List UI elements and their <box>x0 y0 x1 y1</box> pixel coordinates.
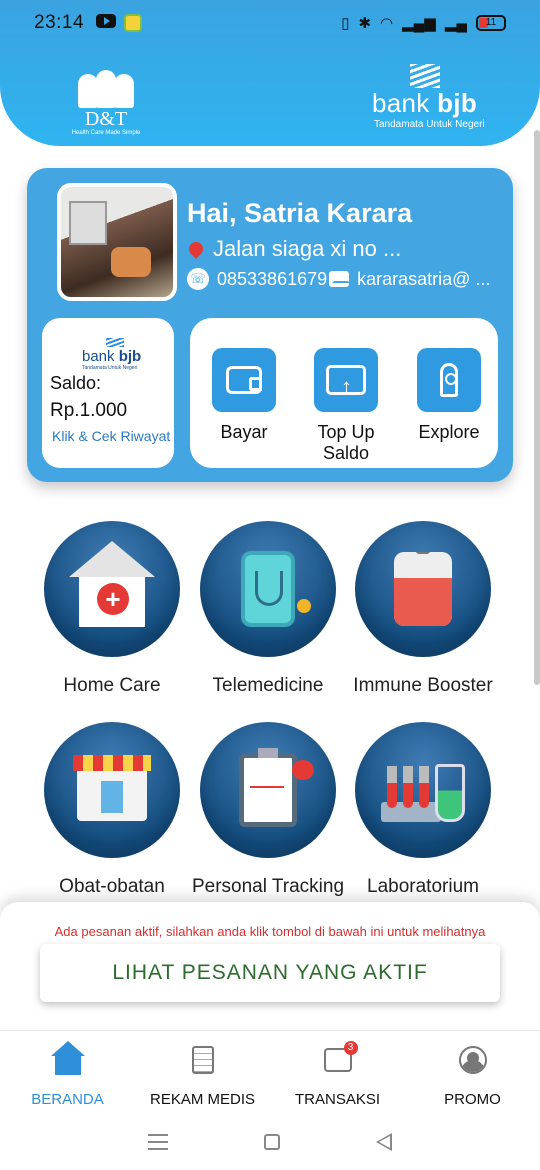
blood-bag-icon <box>394 552 452 626</box>
doctors-icon <box>70 66 142 108</box>
dt-logo-tagline: Health Care Made Simple <box>71 130 141 136</box>
action-label: Top Up Saldo <box>317 422 375 463</box>
bluetooth-icon: ✱ <box>358 15 372 32</box>
active-order-sheet: Ada pesanan aktif, silahkan anda klik to… <box>0 902 540 1030</box>
nav-label: BERANDA <box>31 1091 104 1108</box>
address-text: Jalan siaga xi no ... <box>213 236 402 261</box>
service-label: Obat-obatan <box>59 876 165 897</box>
phone-text: 08533861679 <box>217 268 328 289</box>
wifi-icon: ◠ <box>380 15 394 32</box>
saldo-label: Saldo: <box>50 373 102 393</box>
service-immune-booster[interactable]: Immune Booster <box>345 521 501 697</box>
dt-logo-name: D&T <box>84 108 128 130</box>
vibrate-icon: ▯ <box>341 15 350 32</box>
action-label: Explore <box>418 422 480 442</box>
saldo-history-link[interactable]: Klik & Cek Riwayat <box>52 428 170 444</box>
status-bar: 23:14 ▯ ✱ ◠ ▂▄▆ ▂▄ 11 <box>0 0 540 46</box>
service-obat-obatan[interactable]: Obat-obatan <box>34 722 190 898</box>
scrollbar[interactable] <box>534 130 540 685</box>
action-explore[interactable]: Explore <box>399 348 499 443</box>
clipboard-heart-icon <box>239 748 314 827</box>
saldo-bank-prefix: bank <box>82 348 119 365</box>
actions-panel: Bayar Top Up Saldo Explore <box>190 318 498 468</box>
wallet-icon <box>226 366 262 394</box>
address-row: Jalan siaga xi no ... <box>186 236 402 262</box>
mail-icon <box>329 271 351 287</box>
saldo-bank-tagline: Tandamata Untuk Negeri <box>82 365 138 371</box>
system-nav-bar <box>0 1114 540 1170</box>
card-upload-icon <box>326 365 366 400</box>
pharmacy-icon <box>73 755 151 821</box>
location-pin-icon <box>186 239 206 259</box>
bjb-logo: bank bjb Tandamata Untuk Negeri <box>372 64 492 130</box>
active-order-notice: Ada pesanan aktif, silahkan anda klik to… <box>54 924 486 939</box>
service-home-care[interactable]: + Home Care <box>34 521 190 697</box>
bjb-small-mark-icon <box>106 338 124 347</box>
service-personal-tracking[interactable]: Personal Tracking <box>190 722 346 898</box>
lab-tubes-icon <box>381 758 465 822</box>
nav-label: REKAM MEDIS <box>149 1091 255 1108</box>
greeting-text: Hai, Satria Karara <box>187 198 413 228</box>
user-icon <box>458 1046 487 1074</box>
service-label: Telemedicine <box>212 675 324 696</box>
bjb-logo-mark-icon <box>410 64 440 88</box>
battery-icon: 11 <box>476 15 506 31</box>
status-time: 23:14 <box>34 12 85 33</box>
home-icon <box>50 1041 85 1075</box>
bank-app-icon <box>124 14 143 32</box>
saldo-amount: Rp.1.000 <box>50 400 128 421</box>
bjb-tagline: Tandamata Untuk Negeri <box>374 119 485 130</box>
phone-stethoscope-icon <box>241 551 311 627</box>
nav-item-beranda[interactable]: BERANDA <box>0 1031 135 1114</box>
bjb-bold: bjb <box>437 88 477 118</box>
profile-card: Hai, Satria Karara Jalan siaga xi no ...… <box>27 168 513 482</box>
email-text: kararasatria@ ... <box>357 268 491 289</box>
signal2-icon: ▂▄ <box>444 15 467 32</box>
document-icon <box>191 1046 214 1074</box>
bottom-nav: BERANDA REKAM MEDIS 3 TRANSAKSI PROMO <box>0 1030 540 1114</box>
action-bayar[interactable]: Bayar <box>194 348 294 443</box>
rocket-icon <box>440 363 458 397</box>
saldo-panel[interactable]: bank bjb Tandamata Untuk Negeri Saldo: R… <box>42 318 174 468</box>
contact-row: ☏ 08533861679 kararasatria@ ... <box>187 268 490 290</box>
service-label: Laboratorium <box>367 876 479 897</box>
app-screen: 23:14 ▯ ✱ ◠ ▂▄▆ ▂▄ 11 D&T Health Care Ma… <box>0 0 540 1170</box>
nav-label: PROMO <box>444 1091 501 1108</box>
service-laboratorium[interactable]: Laboratorium <box>345 722 501 898</box>
home-square-icon[interactable] <box>264 1134 280 1150</box>
nav-item-transaksi[interactable]: 3 TRANSAKSI <box>270 1031 405 1114</box>
action-top-up[interactable]: Top Up Saldo <box>293 348 399 464</box>
phone-icon: ☏ <box>187 268 209 290</box>
transaction-badge: 3 <box>343 1041 358 1055</box>
nav-label: TRANSAKSI <box>294 1091 381 1108</box>
service-label: Immune Booster <box>353 675 493 696</box>
recent-apps-icon[interactable] <box>148 1134 168 1150</box>
nav-item-promo[interactable]: PROMO <box>405 1031 540 1114</box>
bjb-prefix: bank <box>372 88 438 118</box>
view-active-order-button[interactable]: LIHAT PESANAN YANG AKTIF <box>40 944 500 1002</box>
nav-item-rekam-medis[interactable]: REKAM MEDIS <box>135 1031 270 1114</box>
action-label: Bayar <box>220 422 268 442</box>
back-icon[interactable] <box>376 1133 392 1151</box>
service-label: Personal Tracking <box>191 876 345 897</box>
youtube-icon <box>96 14 117 28</box>
signal-icon: ▂▄▆ <box>402 15 436 32</box>
app-header: 23:14 ▯ ✱ ◠ ▂▄▆ ▂▄ 11 D&T Health Care Ma… <box>0 0 540 146</box>
medical-house-icon: + <box>69 541 155 627</box>
service-telemedicine[interactable]: Telemedicine <box>190 521 346 697</box>
service-label: Home Care <box>63 675 161 696</box>
profile-photo[interactable] <box>57 183 177 301</box>
bjb-small-logo: bank bjb Tandamata Untuk Negeri <box>82 338 142 371</box>
dt-logo: D&T Health Care Made Simple <box>70 66 142 136</box>
saldo-bank-bold: bjb <box>118 348 142 365</box>
